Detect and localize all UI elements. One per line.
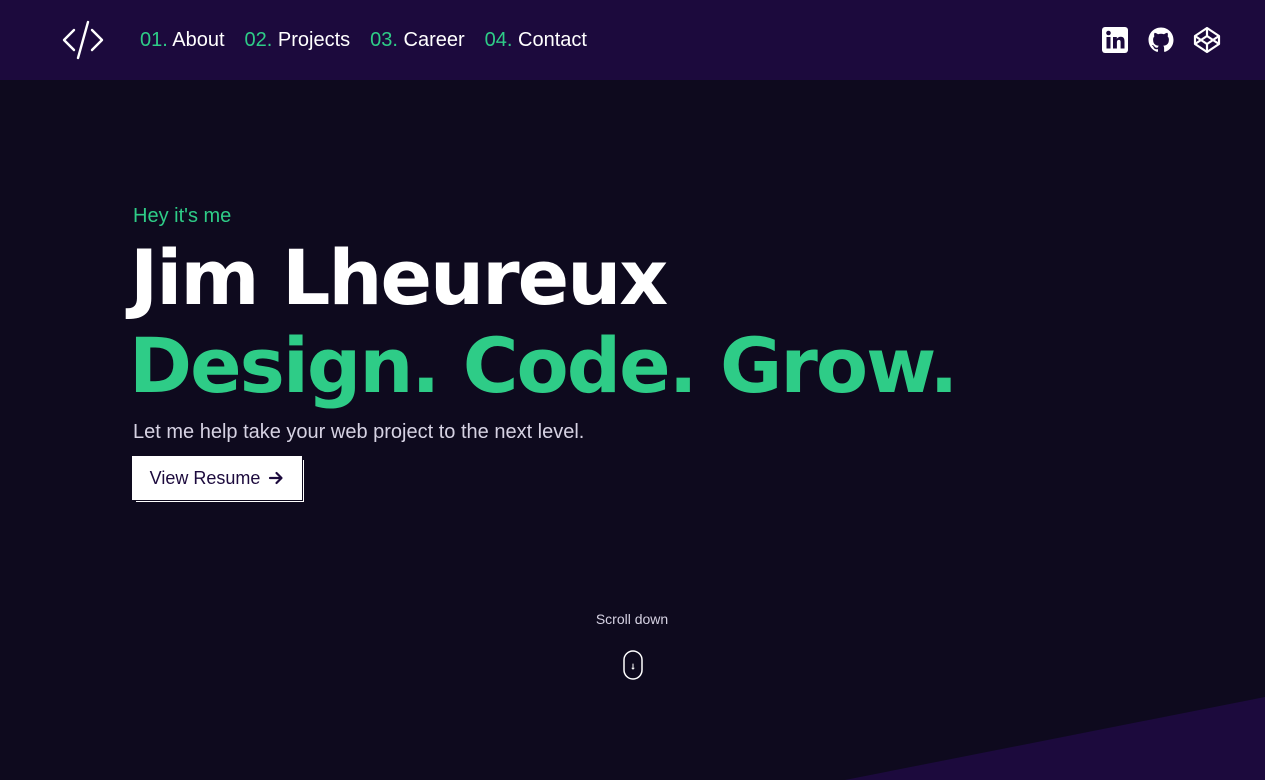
nav-link-career[interactable]: 03. Career	[370, 28, 465, 52]
social-links	[1101, 26, 1221, 54]
main-nav: 01. About 02. Projects 03. Career 04. Co…	[140, 28, 587, 52]
code-brackets-icon[interactable]	[62, 20, 104, 60]
hero-greeting: Hey it's me	[133, 205, 232, 227]
arrow-right-icon	[269, 471, 283, 485]
view-resume-button[interactable]: View Resume	[132, 456, 302, 500]
nav-number: 02.	[244, 29, 273, 51]
linkedin-icon[interactable]	[1101, 26, 1129, 54]
hero-name: Jim Lheureux	[130, 233, 668, 322]
nav-label: Contact	[518, 29, 587, 51]
nav-number: 01.	[140, 29, 168, 51]
hero-tagline: Design. Code. Grow.	[129, 321, 958, 410]
hero-subtitle: Let me help take your web project to the…	[133, 421, 585, 443]
nav-label: Career	[403, 29, 465, 51]
nav-link-about[interactable]: 01. About	[140, 28, 225, 52]
nav-label: About	[172, 29, 225, 51]
nav-label: Projects	[277, 29, 351, 51]
navbar: 01. About 02. Projects 03. Career 04. Co…	[0, 0, 1265, 80]
view-resume-label: View Resume	[149, 467, 261, 488]
nav-link-contact[interactable]: 04. Contact	[485, 28, 587, 52]
nav-number: 04.	[484, 29, 513, 51]
nav-link-projects[interactable]: 02. Projects	[245, 28, 351, 52]
nav-number: 03.	[370, 29, 398, 51]
scroll-down-label: Scroll down	[595, 611, 669, 627]
github-icon[interactable]	[1147, 26, 1175, 54]
mouse-scroll-icon[interactable]	[623, 650, 643, 680]
codepen-icon[interactable]	[1193, 26, 1221, 54]
